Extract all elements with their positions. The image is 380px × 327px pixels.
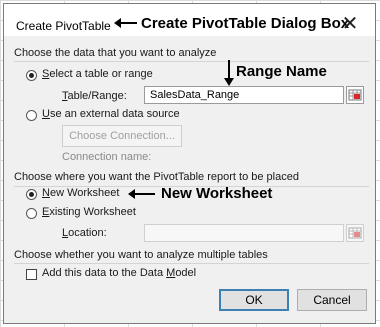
data-model-checkbox[interactable] — [26, 269, 37, 280]
location-input[interactable] — [144, 224, 344, 242]
left-arrow-icon — [128, 189, 155, 199]
left-arrow-icon — [114, 18, 137, 28]
select-table-radio[interactable] — [26, 70, 37, 81]
existing-worksheet-radio[interactable] — [26, 208, 37, 219]
placement-heading: Choose where you want the PivotTable rep… — [14, 171, 299, 183]
dialog-content: Choose the data that you want to analyze… — [4, 36, 375, 323]
dialog-title-bar: Create PivotTable Create PivotTable Dial… — [4, 4, 375, 36]
external-source-radio[interactable] — [26, 110, 37, 121]
range-picker-icon[interactable] — [346, 224, 364, 242]
new-worksheet-radio[interactable] — [26, 189, 37, 200]
annotation-range-name: Range Name — [236, 63, 327, 80]
table-range-label: Table/Range: — [62, 90, 127, 102]
annotation-new-worksheet: New Worksheet — [161, 185, 273, 202]
dialog-title: Create PivotTable — [16, 19, 111, 33]
select-table-label[interactable]: Select a table or range — [42, 68, 153, 80]
range-picker-glyph — [348, 227, 362, 239]
section-divider — [14, 61, 369, 62]
connection-name-label: Connection name: — [62, 151, 152, 163]
range-picker-icon[interactable] — [346, 86, 364, 104]
down-arrow-icon — [224, 60, 234, 86]
range-picker-glyph — [348, 89, 362, 101]
new-worksheet-label[interactable]: New Worksheet — [42, 187, 119, 199]
data-model-label[interactable]: Add this data to the Data Model — [42, 267, 196, 279]
table-range-input[interactable]: SalesData_Range — [144, 86, 344, 104]
external-source-label[interactable]: Use an external data source — [42, 108, 180, 120]
multiple-tables-heading: Choose whether you want to analyze multi… — [14, 249, 268, 261]
ok-button[interactable]: OK — [219, 289, 289, 311]
data-source-heading: Choose the data that you want to analyze — [14, 47, 217, 59]
existing-worksheet-label[interactable]: Existing Worksheet — [42, 206, 136, 218]
section-divider — [14, 263, 369, 264]
create-pivottable-dialog: Create PivotTable Create PivotTable Dial… — [3, 3, 376, 324]
location-label: Location: — [62, 227, 107, 239]
annotation-dialog-box: Create PivotTable Dialog Box — [141, 15, 350, 32]
close-icon[interactable]: ✕ — [337, 12, 363, 36]
cancel-button[interactable]: Cancel — [297, 289, 367, 311]
choose-connection-button[interactable]: Choose Connection... — [62, 125, 182, 147]
